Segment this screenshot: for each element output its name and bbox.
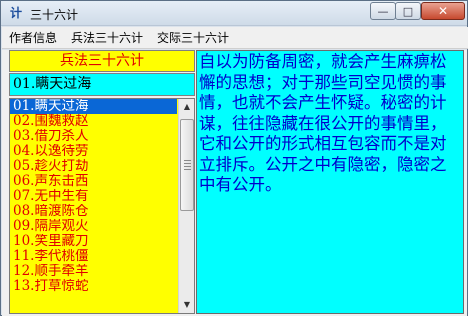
client-area: 兵法三十六计 01.瞒天过海 01.瞒天过海 02.围魏救赵 03.借刀杀人 04.以… [2,50,467,316]
vertical-scrollbar[interactable]: ▲ ▼ [178,99,194,313]
thumb-grip [184,163,191,164]
list-item[interactable]: 06.声东击西 [10,174,177,189]
close-button[interactable]: ✕ [421,2,465,20]
thumb-grip [184,166,191,167]
scroll-thumb[interactable] [180,119,194,211]
thumb-grip [184,160,191,161]
list-item[interactable]: 01.瞒天过海 [10,99,177,114]
list-item[interactable]: 09.隔岸观火 [10,219,177,234]
list-item[interactable]: 03.借刀杀人 [10,129,177,144]
minimize-button[interactable]: — [370,2,396,20]
menu-bar: 作者信息 兵法三十六计 交际三十六计 [2,27,468,49]
list-item[interactable]: 02.围魏救赵 [10,114,177,129]
stratagem-list[interactable]: 01.瞒天过海 02.围魏救赵 03.借刀杀人 04.以逸待劳 05.趁火打劫 06.声东… [10,99,177,313]
menu-social-36[interactable]: 交际三十六计 [150,28,236,48]
window-title: 三十六计 [30,8,79,22]
app-icon: 计 [9,6,22,20]
thumb-grip [184,169,191,170]
app-window: 计 三十六计 — □ ✕ 作者信息 兵法三十六计 交际三十六计 兵法三十六计 0… [0,0,468,316]
menu-military-36[interactable]: 兵法三十六计 [64,28,150,48]
list-item[interactable]: 11.李代桃僵 [10,249,177,264]
list-item[interactable]: 05.趁火打劫 [10,159,177,174]
stratagem-listbox[interactable]: 01.瞒天过海 02.围魏救赵 03.借刀杀人 04.以逸待劳 05.趁火打劫 06.声东… [9,98,195,314]
list-item[interactable]: 07.无中生有 [10,189,177,204]
menu-author-info[interactable]: 作者信息 [2,28,64,48]
stratagem-description: 自以为防备周密，就会产生麻痹松懈的思想；对于那些司空见惯的事情，也就不会产生怀疑… [196,50,464,314]
title-bar[interactable]: 计 三十六计 — □ ✕ [1,1,467,26]
list-item[interactable]: 04.以逸待劳 [10,144,177,159]
maximize-button[interactable]: □ [395,2,421,20]
category-header: 兵法三十六计 [9,50,195,72]
list-item[interactable]: 08.暗渡陈仓 [10,204,177,219]
selected-stratagem-field[interactable]: 01.瞒天过海 [9,73,195,96]
scroll-up-arrow-icon[interactable]: ▲ [179,99,194,115]
scroll-down-arrow-icon[interactable]: ▼ [179,297,194,313]
list-item[interactable]: 13.打草惊蛇 [10,279,177,294]
list-item[interactable]: 10.笑里藏刀 [10,234,177,249]
list-item[interactable]: 12.顺手牵羊 [10,264,177,279]
